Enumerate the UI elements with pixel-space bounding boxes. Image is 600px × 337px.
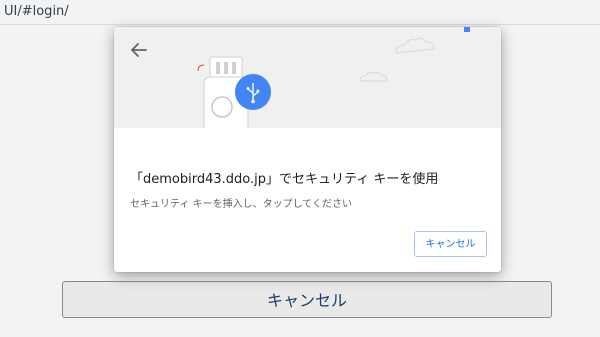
dialog-title: 「demobird43.ddo.jp」でセキュリティ キーを使用 [130, 172, 439, 187]
security-key-dialog: 「demobird43.ddo.jp」でセキュリティ キーを使用 セキュリティ … [114, 27, 501, 272]
page-cancel-button[interactable]: キャンセル [62, 281, 552, 318]
url-text: UI/#login/ [4, 4, 69, 19]
back-arrow-icon[interactable] [128, 39, 150, 61]
cloud-icon [209, 37, 435, 82]
security-key-illustration [197, 27, 470, 148]
dialog-description: セキュリティ キーを挿入し、タップしてください [130, 199, 352, 210]
address-bar[interactable]: UI/#login/ [0, 0, 600, 25]
dialog-cancel-button[interactable]: キャンセル [414, 231, 487, 257]
usb-icon [235, 74, 271, 110]
dialog-illustration [114, 27, 501, 148]
